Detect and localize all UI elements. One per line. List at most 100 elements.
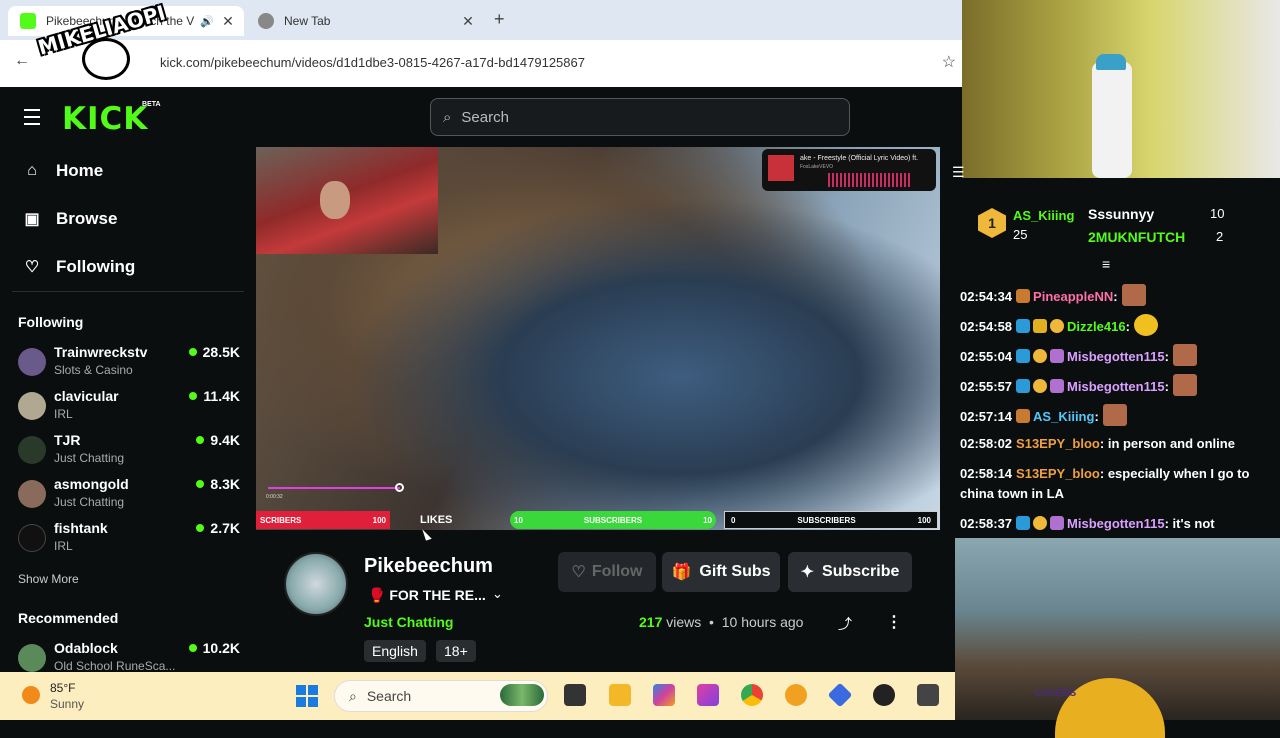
search-icon: ⌕ [349,687,357,704]
windows-start-icon[interactable] [296,685,318,707]
file-explorer-icon[interactable] [609,684,631,706]
avatar [18,392,46,420]
more-options-icon[interactable]: ⋮ [886,612,902,632]
streamer-name[interactable]: Pikebeechum [364,555,493,578]
app-icon[interactable] [697,684,719,706]
chat-message: 02:55:57 Misbegotten115: [960,374,1197,397]
emote-icon [1172,344,1197,366]
rank-1-badge-icon: 1 [978,208,1006,238]
channel-name: fishtank [54,520,108,536]
badge-icon [1016,319,1031,333]
weather-condition[interactable]: Sunny [50,697,84,711]
sun-app-icon[interactable] [785,684,807,706]
badge-icon [1050,379,1065,393]
show-more-button[interactable]: Show More [18,572,79,586]
close-tab-icon[interactable]: ✕ [460,13,476,30]
chat-username[interactable]: AS_Kiiing [1033,409,1094,424]
chat-username[interactable]: Misbegotten115 [1067,516,1165,531]
kick-logo[interactable]: KICK [62,101,148,137]
badge-icon [1016,516,1031,530]
chrome-icon[interactable] [741,684,763,706]
chat-text: in person and online [1107,436,1235,451]
channel-category: IRL [54,539,73,553]
url-field[interactable]: kick.com/pikebeechum/videos/d1d1dbe3-081… [160,55,585,70]
gift-subs-button[interactable]: 🎁 Gift Subs [662,552,780,592]
sidebar: ⌂ Home ▣ Browse ♡ Following Following Tr… [0,147,256,675]
chat-timestamp: 02:57:14 [960,409,1013,424]
avatar [18,348,46,376]
collapse-leaderboard-icon[interactable]: ≡ [1102,256,1110,272]
tab-new-tab[interactable]: New Tab ✕ [248,6,484,36]
sidebar-channel-clavicular[interactable]: clavicular IRL 11.4K [18,388,240,428]
chat-menu-icon[interactable]: ☰ [952,164,965,181]
leaderboard-second-name[interactable]: Sssunnyy [1088,206,1154,222]
back-arrow-icon[interactable]: ← [14,52,30,70]
view-count-value: 217 [639,614,663,630]
close-tab-icon[interactable]: ✕ [220,13,236,30]
sun-weather-icon[interactable] [22,686,40,704]
sidebar-divider [12,291,244,292]
chat-username[interactable]: Misbegotten115 [1067,349,1165,364]
chat-username[interactable]: PineappleNN [1033,289,1113,304]
chat-username[interactable]: Dizzle416 [1067,319,1126,334]
chat-colon: : [1164,516,1169,531]
chat-colon: : [1164,379,1169,394]
bookmark-star-icon[interactable]: ☆ [942,52,956,72]
stream-goals-bar: SCRIBERS 100 LIKES 10 SUBSCRIBERS 10 0 S… [256,511,940,529]
leaderboard-first-name[interactable]: AS_Kiiing [1013,208,1074,223]
channel-category: Slots & Casino [54,363,133,377]
viewer-count: 8.3K [196,476,240,492]
sidebar-channel-trainwreckstv[interactable]: Trainwreckstv Slots & Casino 28.5K [18,344,240,384]
hamburger-menu-icon[interactable] [24,109,40,130]
share-icon[interactable]: ⤴ [838,614,852,634]
streamer-avatar[interactable] [284,552,348,616]
views-label: views [666,614,702,630]
tag-mature[interactable]: 18+ [436,640,476,662]
browse-icon: ▣ [24,211,40,228]
task-view-icon[interactable] [564,684,586,706]
subscriber-goal-outline: 0 SUBSCRIBERS 100 [724,511,938,529]
chat-username[interactable]: Misbegotten115 [1067,379,1165,394]
chat-colon: : [1094,409,1099,424]
chat-message-continuation: china town in LA [960,484,1064,504]
chat-username[interactable]: S13EPY_bloo [1016,466,1100,481]
leaderboard-third-name[interactable]: 2MUKNFUTCH [1088,229,1185,245]
srt-app-icon[interactable] [917,684,939,706]
speaker-icon[interactable]: 🔊 [200,15,214,28]
sparkle-icon: ✦ [800,564,815,581]
nav-following[interactable]: ♡ Following [22,257,136,277]
follow-button[interactable]: ♡ Follow [558,552,656,592]
emote-icon [1121,284,1146,306]
search-input[interactable]: ⌕ Search [430,98,850,136]
sidebar-channel-tjr[interactable]: TJR Just Chatting 9.4K [18,432,240,472]
category-link[interactable]: Just Chatting [364,614,453,630]
new-tab-button[interactable]: + [494,9,505,30]
gift-icon: 🎁 [671,564,692,581]
chat-username[interactable]: S13EPY_bloo [1016,436,1100,451]
now-playing-title: ake - Freestyle (Official Lyric Video) f… [800,155,919,162]
sidebar-channel-asmongold[interactable]: asmongold Just Chatting 8.3K [18,476,240,516]
video-progress-bar[interactable] [268,487,400,489]
nav-browse[interactable]: ▣ Browse [22,209,117,229]
viewer-count-value: 11.4K [203,388,240,404]
chat-timestamp: 02:54:34 [960,289,1013,304]
goal-value: 10 [703,515,712,525]
obs-icon[interactable] [873,684,895,706]
diamond-app-icon[interactable] [827,682,853,708]
progress-scrubber-handle[interactable] [395,483,404,492]
tag-english[interactable]: English [364,640,426,662]
chevron-down-icon[interactable]: ⌄ [492,586,503,602]
copilot-icon[interactable] [653,684,675,706]
search-icon: ⌕ [443,108,452,126]
sidebar-channel-fishtank[interactable]: fishtank IRL 2.7K [18,520,240,560]
chat-timestamp: 02:55:57 [960,379,1013,394]
leaderboard-first-count: 25 [1013,227,1028,242]
live-dot-icon [196,480,205,488]
video-player[interactable]: ake - Freestyle (Official Lyric Video) f… [256,147,940,530]
subscribe-button[interactable]: ✦ Subscribe [788,552,912,592]
channel-logo-overlay: MIKELIAOPI [32,0,172,84]
weather-temperature[interactable]: 85°F [50,681,75,695]
badge-icon [1016,349,1031,363]
nav-home[interactable]: ⌂ Home [22,161,103,181]
recommended-heading: Recommended [18,610,119,626]
